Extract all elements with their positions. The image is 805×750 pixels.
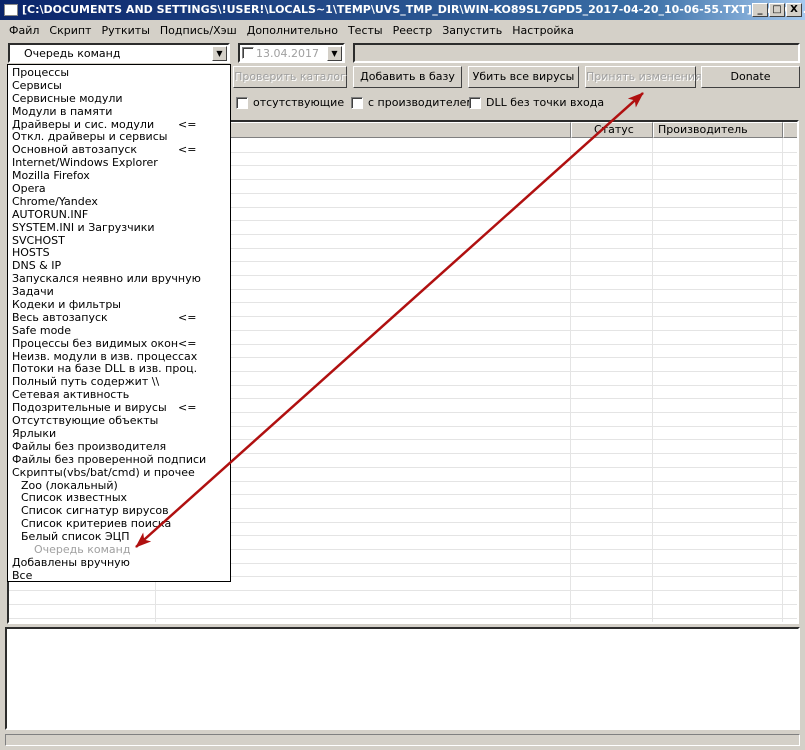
dropdown-item-label: Отсутствующие объекты <box>12 414 159 428</box>
dropdown-item-label: Задачи <box>12 285 54 299</box>
dropdown-item-label: Откл. драйверы и сервисы <box>12 130 168 144</box>
dropdown-item-label: AUTORUN.INF <box>12 207 89 221</box>
menu-item[interactable]: Тесты <box>343 21 388 40</box>
menu-item[interactable]: Файл <box>4 21 44 40</box>
dropdown-item-label: Список известных <box>21 491 128 505</box>
dropdown-item-label: Mozilla Firefox <box>12 169 90 183</box>
dropdown-item-label: Полный путь содержит \\ <box>12 375 160 389</box>
add-to-db-button[interactable]: Добавить в базу <box>353 66 462 88</box>
dropdown-item-label: Сервисные модули <box>12 91 123 105</box>
dropdown-item-label: Процессы <box>12 66 70 79</box>
dropdown-item-label: HOSTS <box>12 246 50 260</box>
grid-row-line <box>9 603 797 605</box>
grid-row-line <box>9 617 797 619</box>
category-select-value: Очередь команд <box>24 47 121 60</box>
dropdown-item-label: Сервисы <box>12 78 62 92</box>
dropdown-item-label: Скрипты(vbs/bat/cmd) и прочее <box>12 465 195 479</box>
app-icon <box>4 4 18 16</box>
dropdown-item-label: Процессы без видимых окон <box>12 336 179 350</box>
missing-checkbox[interactable]: отсутствующие <box>236 96 344 109</box>
donate-button[interactable]: Donate <box>701 66 800 88</box>
menu-item[interactable]: Подпись/Хэш <box>155 21 242 40</box>
dropdown-item-label: Основной автозапуск <box>12 143 138 157</box>
dropdown-item-label: Internet/Windows Explorer <box>12 156 158 170</box>
dropdown-item-marker: <= <box>178 401 197 415</box>
dropdown-item-label: Модули в памяти <box>12 104 113 118</box>
checkbox-box[interactable] <box>351 96 363 109</box>
menu-item[interactable]: Дополнительно <box>242 21 343 40</box>
dropdown-item-label: Safe mode <box>12 323 72 337</box>
log-textarea[interactable] <box>5 627 800 730</box>
menu-item[interactable]: Запустить <box>437 21 507 40</box>
dropdown-item-marker: <= <box>178 143 197 157</box>
apply-changes-button[interactable]: Принять изменения <box>585 66 702 88</box>
dropdown-item-label: SYSTEM.INI и Загрузчики <box>12 220 155 234</box>
dropdown-item-label: Кодеки и фильтры <box>12 298 121 312</box>
filter-input[interactable] <box>353 43 800 63</box>
dropdown-item-label: Zoo (локальный) <box>21 478 118 492</box>
dropdown-item-label: Запускался неявно или вручную <box>12 272 201 286</box>
checkbox-label: DLL без точки входа <box>486 96 605 109</box>
dropdown-item-label: SVCHOST <box>12 233 65 247</box>
menu-item[interactable]: Настройка <box>507 21 579 40</box>
dropdown-item-label: Потоки на базе DLL в изв. проц. <box>12 362 198 376</box>
category-dropdown-list[interactable]: Процессы Сервисы Сервисные модули Модули в … <box>7 64 231 582</box>
dropdown-item-label: Ярлыки <box>12 426 57 440</box>
dropdown-item-label: Файлы без проверенной подписи <box>12 452 207 466</box>
dropdown-item-label: Все <box>12 568 33 582</box>
menu-bar: Файл Скрипт Руткиты Подпись/Хэш Дополнительн… <box>0 21 579 40</box>
with-vendor-checkbox[interactable]: с производителем <box>351 96 475 109</box>
chevron-down-icon[interactable]: ▼ <box>212 46 227 61</box>
checkbox-label: с производителем <box>368 96 475 109</box>
dropdown-item-marker: <= <box>178 117 197 131</box>
minimize-button[interactable]: _ <box>752 3 768 17</box>
dropdown-item-marker: <= <box>178 310 197 324</box>
kill-all-viruses-button[interactable]: Убить все вирусы <box>468 66 579 88</box>
dropdown-item[interactable]: Добавлены вручную <box>12 555 230 570</box>
grid-column-line <box>652 138 653 622</box>
dropdown-item-label: Файлы без производителя <box>12 439 167 453</box>
title-bar: [C:\DOCUMENTS AND SETTINGS\!USER!\LOCALS… <box>0 0 805 20</box>
window-title: [C:\DOCUMENTS AND SETTINGS\!USER!\LOCALS… <box>22 3 805 16</box>
dropdown-item-label: Белый список ЭЦП <box>21 530 130 544</box>
menu-item[interactable]: Скрипт <box>44 21 96 40</box>
date-picker[interactable]: 13.04.2017 ▼ <box>238 43 345 63</box>
date-value: 13.04.2017 <box>256 47 319 60</box>
check-folder-button[interactable]: Проверить каталог <box>233 66 347 88</box>
dropdown-item-label: Список сигнатур вирусов <box>21 504 169 518</box>
dll-no-entry-checkbox[interactable]: DLL без точки входа <box>469 96 604 109</box>
dropdown-item-label: Очередь команд <box>34 542 131 556</box>
dropdown-item-label: Сетевая активность <box>12 388 130 402</box>
checkbox-label: отсутствующие <box>253 96 345 109</box>
checkbox-box[interactable] <box>236 96 248 109</box>
grid-column-line <box>782 138 783 622</box>
dropdown-item-label: Весь автозапуск <box>12 310 108 324</box>
category-select[interactable]: Очередь команд ▼ <box>8 43 230 63</box>
menu-item[interactable]: Руткиты <box>96 21 154 40</box>
menu-item[interactable]: Реестр <box>388 21 438 40</box>
column-header-vendor[interactable]: Производитель <box>653 122 783 138</box>
dropdown-item-label: Добавлены вручную <box>12 555 130 569</box>
dropdown-item[interactable]: Все <box>12 568 230 583</box>
maximize-button[interactable]: □ <box>769 3 785 17</box>
close-button[interactable]: X <box>786 3 802 17</box>
checkbox-box[interactable] <box>469 96 481 109</box>
grid-row-line <box>9 590 797 592</box>
chevron-down-icon[interactable]: ▼ <box>327 46 342 61</box>
dropdown-item-label: Подозрительные и вирусы <box>12 401 167 415</box>
grid-column-line <box>570 138 571 622</box>
column-header[interactable] <box>783 122 797 138</box>
dropdown-item-label: DNS & IP <box>12 259 62 273</box>
status-bar <box>5 734 800 746</box>
dropdown-item-label: Драйверы и сис. модули <box>12 117 155 131</box>
date-checkbox[interactable] <box>242 47 254 59</box>
dropdown-item-label: Chrome/Yandex <box>12 194 98 208</box>
column-header-status[interactable]: Статус <box>571 122 653 138</box>
dropdown-item-label: Список критериев поиска <box>21 517 172 531</box>
dropdown-item-label: Неизв. модули в изв. процессах <box>12 349 198 363</box>
dropdown-item-label: Opera <box>12 182 46 196</box>
